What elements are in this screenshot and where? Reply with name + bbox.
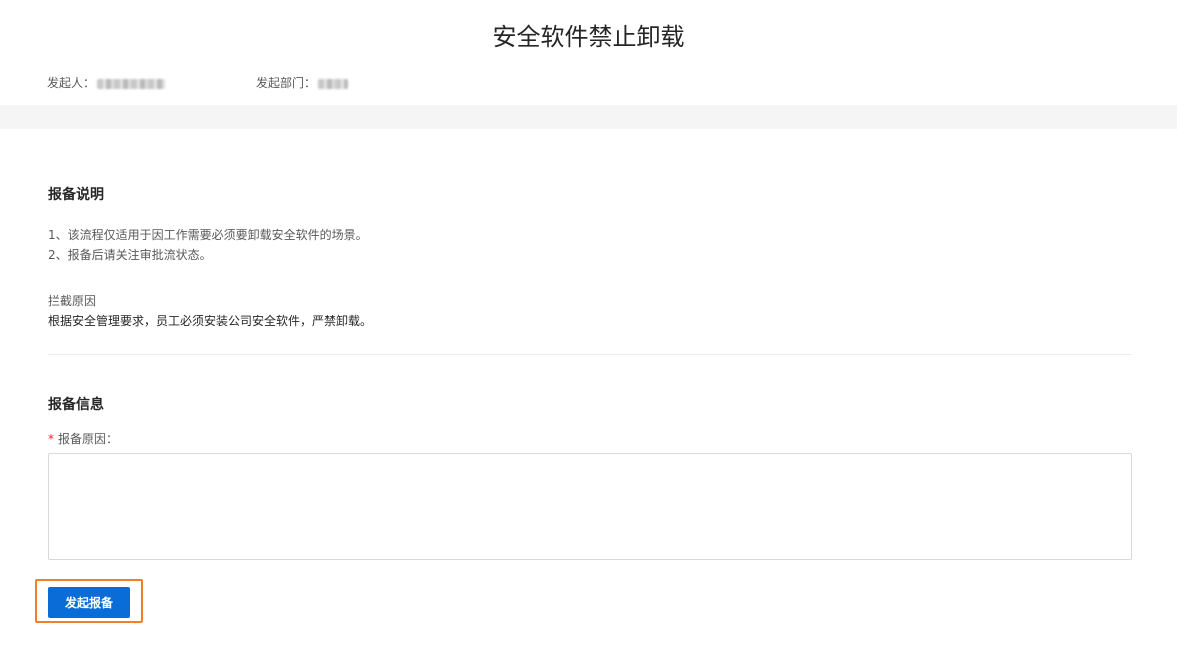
header-separator-band — [0, 105, 1177, 129]
department-info: 发起部门： — [256, 74, 349, 92]
submit-report-button[interactable]: 发起报备 — [48, 587, 130, 618]
block-reason-label: 拦截原因 — [48, 294, 97, 308]
report-reason-textarea[interactable] — [48, 453, 1132, 560]
initiator-info: 发起人： — [47, 74, 166, 92]
reason-label-text: 报备原因： — [58, 432, 119, 446]
required-mark: * — [48, 432, 54, 446]
report-page: 安全软件禁止卸载 发起人： 发起部门： 报备说明 1、该流程仅适用于因工作需要必… — [0, 0, 1177, 671]
initiator-label: 发起人： — [47, 76, 96, 90]
reason-field-label: * 报备原因： — [48, 430, 118, 448]
page-title: 安全软件禁止卸载 — [492, 23, 685, 51]
section-divider — [48, 354, 1132, 355]
department-label: 发起部门： — [256, 76, 317, 90]
description-line-2: 2、报备后请关注审批流状态。 — [48, 248, 212, 262]
section-title-description: 报备说明 — [48, 187, 104, 203]
department-redacted-value — [318, 78, 349, 89]
description-line-1: 1、该流程仅适用于因工作需要必须要卸载安全软件的场景。 — [48, 228, 368, 242]
section-title-report-info: 报备信息 — [48, 397, 104, 413]
block-reason-text: 根据安全管理要求，员工必须安装公司安全软件，严禁卸载。 — [48, 314, 373, 328]
initiator-redacted-value — [97, 78, 166, 89]
